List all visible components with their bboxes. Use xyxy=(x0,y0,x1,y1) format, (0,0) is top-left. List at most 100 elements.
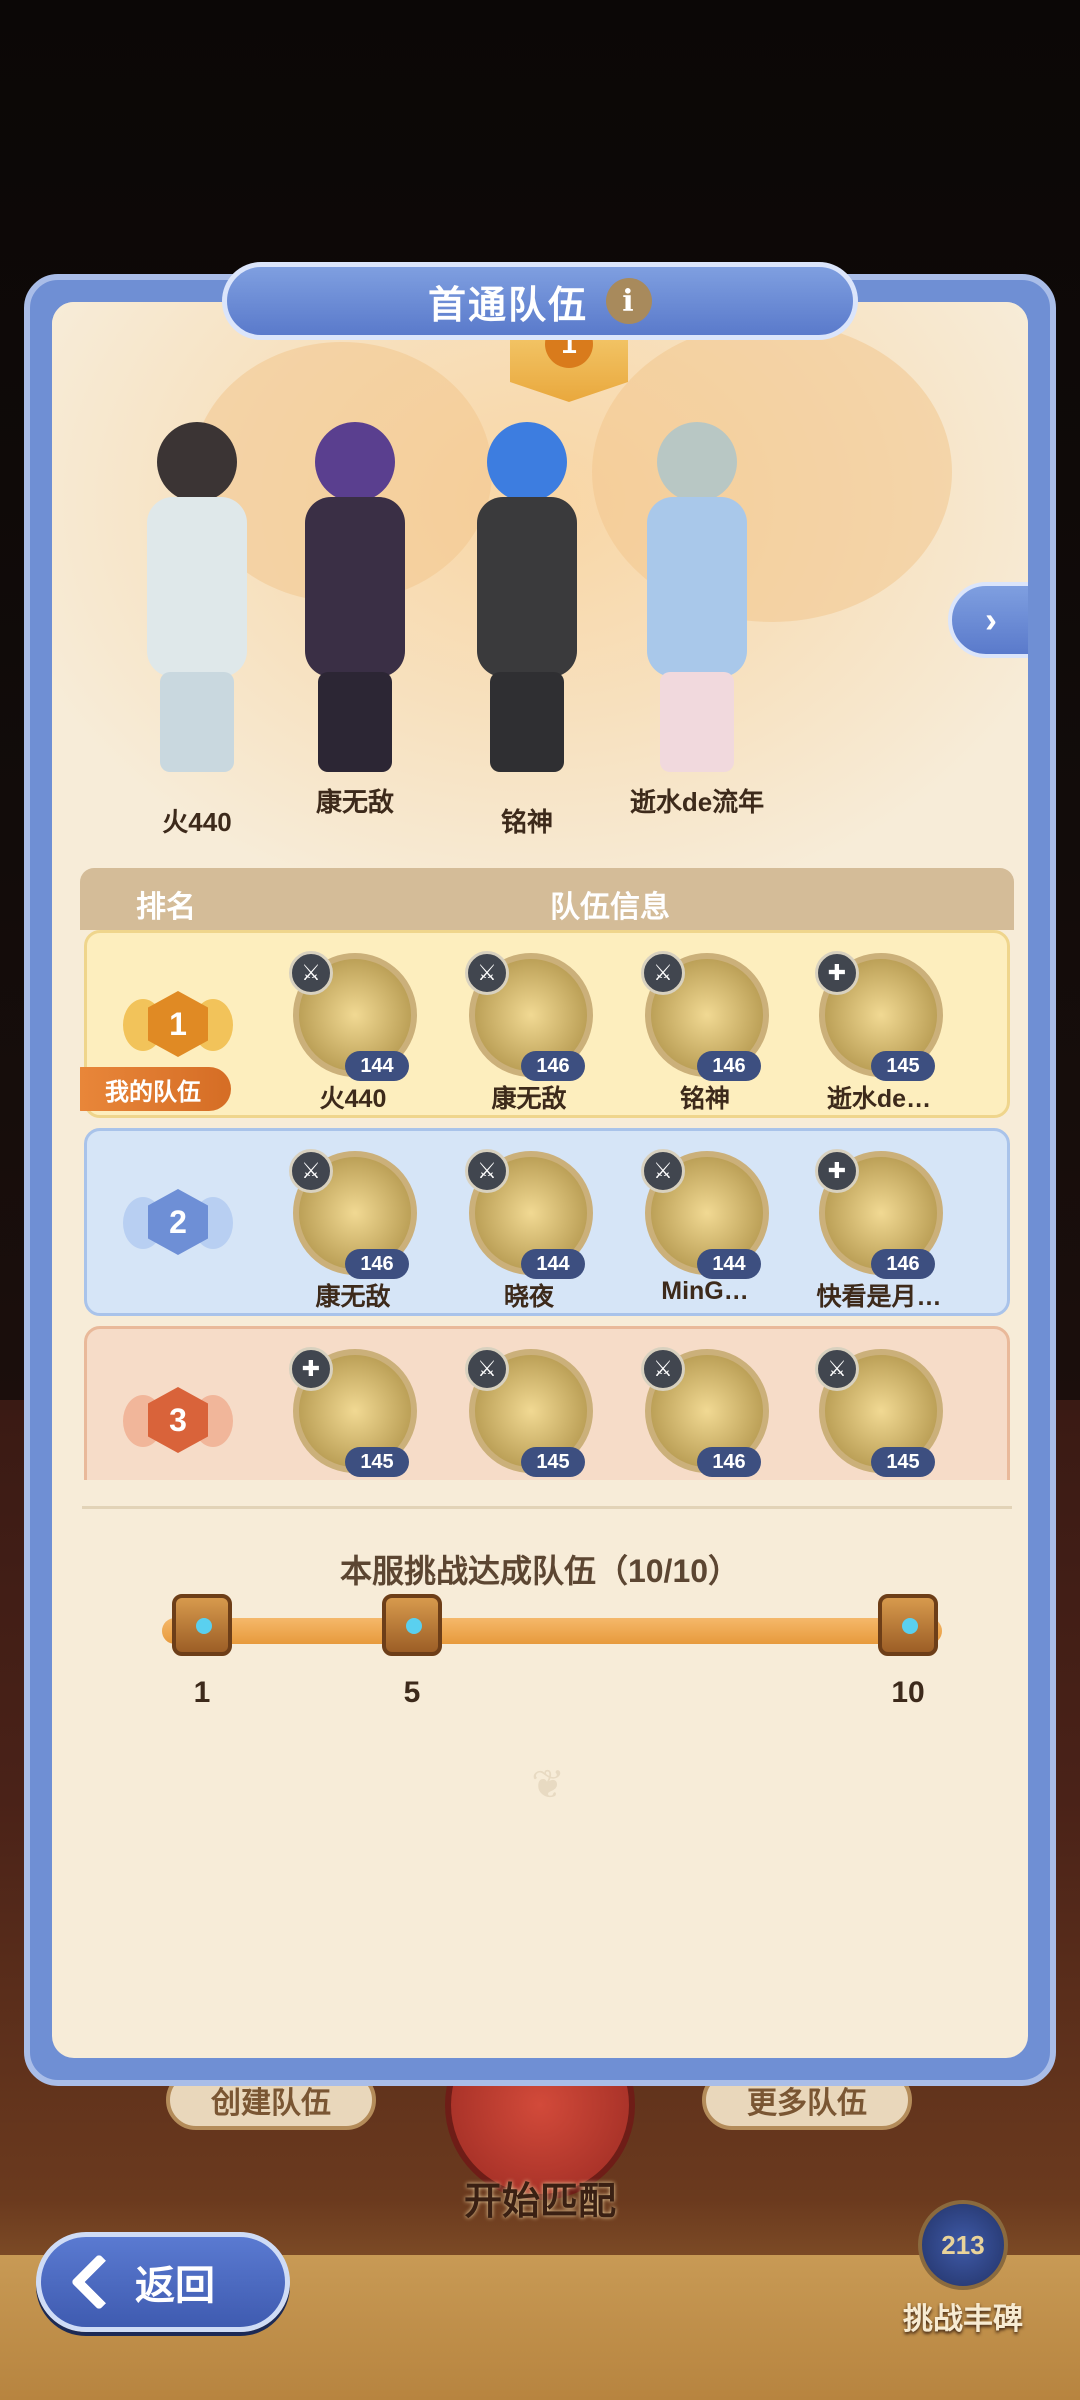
member-name: 康无敌 xyxy=(315,1283,391,1311)
member-level-badge: 146 xyxy=(871,1249,935,1279)
back-button[interactable]: 返回 xyxy=(36,2232,290,2332)
member-level-badge: 145 xyxy=(871,1051,935,1081)
weapon-icon: ⚔ xyxy=(465,1149,509,1193)
member-name: 晓夜 xyxy=(503,1283,554,1311)
member-name: 火440 xyxy=(319,1085,387,1113)
member-name: 逝水de… xyxy=(826,1085,932,1113)
member-level-badge: 144 xyxy=(345,1051,409,1081)
challenge-monument-button[interactable]: 213 挑战丰碑 xyxy=(888,2200,1038,2340)
back-button-label: 返回 xyxy=(135,2264,215,2308)
member-name: 晚晴山更… xyxy=(273,1475,433,1480)
team-members: ✚145晚晴山更…⚔145橘子味的…⚔146康无敌⚔145渣女大波… xyxy=(283,1343,1003,1480)
hero-body xyxy=(305,497,405,677)
hero-head xyxy=(657,422,737,502)
hero-body xyxy=(477,497,577,677)
hero-body xyxy=(147,497,247,677)
rank-number: 3 xyxy=(148,1387,208,1453)
weapon-icon: ⚔ xyxy=(289,951,333,995)
team-member[interactable]: ⚔146康无敌 xyxy=(635,1343,775,1480)
team-member[interactable]: ⚔ 144 MinG… xyxy=(635,1145,775,1311)
member-name: 渣女大波… xyxy=(799,1475,959,1480)
dialog-body: 1 火440康无敌铭神逝水de流年 › 排名 队伍信息 4⚔145菠蘿吹雪⚔14… xyxy=(52,302,1028,2058)
hero-character xyxy=(442,412,612,782)
info-icon[interactable]: i xyxy=(606,278,652,324)
member-level-badge: 146 xyxy=(697,1051,761,1081)
weapon-icon: ⚔ xyxy=(641,1347,685,1391)
hero-head xyxy=(487,422,567,502)
team-member[interactable]: ⚔ 146 康无敌 xyxy=(459,947,599,1113)
weapon-icon: ⚔ xyxy=(815,1347,859,1391)
hero-name: 逝水de流年 xyxy=(629,787,765,817)
milestone-label: 10 xyxy=(891,1676,925,1709)
rank-column-header: 排名 xyxy=(136,891,196,924)
team-member[interactable]: ⚔145橘子味的… xyxy=(459,1343,599,1480)
milestone-label: 1 xyxy=(193,1676,211,1709)
ornament-icon: ❦ xyxy=(531,1763,565,1807)
hero-legs xyxy=(318,672,392,772)
member-name: MinG… xyxy=(661,1277,749,1305)
dialog-title-bar: 首通队伍 i xyxy=(222,262,858,340)
progress-title: 本服挑战达成队伍（10/10） xyxy=(339,1553,741,1589)
team-member[interactable]: ⚔ 144 晓夜 xyxy=(459,1145,599,1311)
team-member[interactable]: ⚔ 146 康无敌 xyxy=(283,1145,423,1311)
team-member[interactable]: ⚔ 146 铭神 xyxy=(635,947,775,1113)
my-team-tag: 我的队伍 xyxy=(80,1067,231,1111)
team-member[interactable]: ⚔ 144 火440 xyxy=(283,947,423,1113)
team-member[interactable]: ✚145晚晴山更… xyxy=(283,1343,423,1480)
weapon-icon: ✚ xyxy=(815,1149,859,1193)
member-level-badge: 145 xyxy=(871,1447,935,1477)
hero-character xyxy=(112,412,282,782)
member-level-badge: 146 xyxy=(697,1447,761,1477)
team-members: ⚔ 146 康无敌 ⚔ 144 晓夜 ⚔ 144 MinG… ✚ 146 快看是月… xyxy=(283,1145,1003,1311)
rank-number: 1 xyxy=(148,991,208,1057)
weapon-icon: ⚔ xyxy=(465,951,509,995)
hero-body xyxy=(647,497,747,677)
hero-character xyxy=(612,412,782,782)
chevron-right-icon: › xyxy=(985,599,997,640)
reward-chest-icon[interactable] xyxy=(172,1594,232,1656)
rank-medal-icon: 2 xyxy=(123,1179,233,1269)
reward-chest-icon[interactable] xyxy=(878,1594,938,1656)
first-clear-team-dialog: 1 火440康无敌铭神逝水de流年 › 排名 队伍信息 4⚔145菠蘿吹雪⚔14… xyxy=(24,274,1056,2086)
member-name: 康无敌 xyxy=(491,1085,567,1113)
hero-character xyxy=(270,412,440,782)
hero-head xyxy=(315,422,395,502)
hero-head xyxy=(157,422,237,502)
team-list[interactable]: 4⚔145菠蘿吹雪⚔145康小膏⚔146康无敌✚145康小友3✚145晚晴山更…… xyxy=(80,930,1014,1480)
team-member[interactable]: ✚ 146 快看是月… xyxy=(809,1145,949,1311)
milestone-label: 5 xyxy=(403,1676,421,1709)
progress-bar xyxy=(162,1618,942,1644)
weapon-icon: ⚔ xyxy=(641,951,685,995)
table-header: 排名 队伍信息 xyxy=(80,868,1014,930)
member-level-badge: 144 xyxy=(697,1249,761,1279)
dialog-title: 首通队伍 xyxy=(427,284,588,327)
weapon-icon: ✚ xyxy=(815,951,859,995)
table-row[interactable]: 2 ⚔ 146 康无敌 ⚔ 144 晓夜 ⚔ 144 MinG… ✚ 146 快看是月… xyxy=(84,1128,1010,1316)
team-member[interactable]: ⚔145渣女大波… xyxy=(809,1343,949,1480)
hero-legs xyxy=(660,672,734,772)
member-name: 快看是月… xyxy=(816,1283,942,1311)
table-row[interactable]: 1 我的队伍 ⚔ 144 火440 ⚔ 146 康无敌 ⚔ 146 铭神 ✚ 145 逝水de… xyxy=(80,930,1010,1118)
hero-name: 康无敌 xyxy=(315,787,394,817)
hero-legs xyxy=(160,672,234,772)
next-page-button[interactable]: › xyxy=(948,582,1028,658)
back-arrow-icon xyxy=(70,2253,128,2311)
weapon-icon: ⚔ xyxy=(289,1149,333,1193)
rank-medal-icon: 1 xyxy=(123,981,233,1071)
reward-chest-icon[interactable] xyxy=(382,1594,442,1656)
start-match-label: 开始匹配 xyxy=(463,2181,616,2223)
team-member[interactable]: ✚ 145 逝水de… xyxy=(809,947,949,1113)
table-row[interactable]: 3✚145晚晴山更…⚔145橘子味的…⚔146康无敌⚔145渣女大波… xyxy=(84,1326,1010,1480)
monument-emblem-icon: 213 xyxy=(918,2200,1008,2290)
member-level-badge: 145 xyxy=(345,1447,409,1477)
weapon-icon: ⚔ xyxy=(465,1347,509,1391)
member-level-badge: 146 xyxy=(521,1051,585,1081)
member-level-badge: 146 xyxy=(345,1249,409,1279)
member-name: 铭神 xyxy=(679,1085,730,1113)
member-level-badge: 144 xyxy=(521,1249,585,1279)
weapon-icon: ⚔ xyxy=(641,1149,685,1193)
progress-fill xyxy=(162,1618,942,1644)
team-members: ⚔ 144 火440 ⚔ 146 康无敌 ⚔ 146 铭神 ✚ 145 逝水de… xyxy=(283,947,1003,1113)
challenge-monument-label: 挑战丰碑 xyxy=(903,2303,1023,2336)
member-level-badge: 145 xyxy=(521,1447,585,1477)
